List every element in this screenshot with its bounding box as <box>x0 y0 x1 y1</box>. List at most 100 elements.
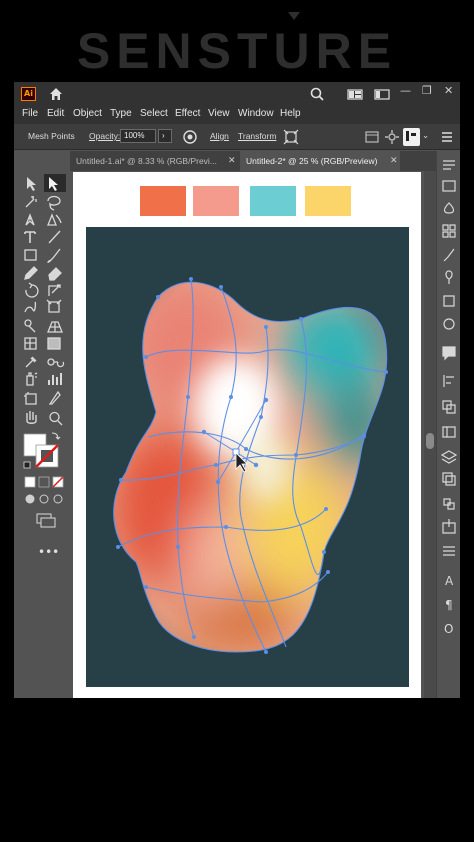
search-icon[interactable] <box>309 86 325 102</box>
arrange-docs-icon[interactable] <box>347 86 363 102</box>
transform-link[interactable]: Transform <box>238 131 276 141</box>
paintbrush-tool-icon <box>47 248 61 264</box>
column-graph-tool-icon <box>48 373 62 385</box>
libraries-icon <box>442 180 456 192</box>
recolor-icon[interactable] <box>182 129 198 145</box>
menu-effect[interactable]: Effect <box>175 108 200 119</box>
tab-untitled-2[interactable]: Untitled-2* @ 25 % (RGB/Preview) <box>240 151 400 171</box>
brand-mark-icon <box>288 12 300 20</box>
doc-setup-icon[interactable] <box>364 129 380 145</box>
graphic-styles-icon <box>443 295 455 307</box>
control-bar: Mesh Points Opacity: 100% › Align Transf… <box>14 124 460 150</box>
stroke-swatch <box>35 444 59 468</box>
gradient-tool-icon <box>47 337 61 350</box>
menu-type[interactable]: Type <box>110 108 132 119</box>
preferences-icon[interactable] <box>384 129 400 145</box>
shape-builder-tool-icon <box>24 319 36 333</box>
menu-file[interactable]: File <box>22 108 38 119</box>
menu-view[interactable]: View <box>208 108 230 119</box>
scroll-thumb[interactable] <box>426 433 434 449</box>
rectangle-tool-icon <box>24 249 37 261</box>
character-icon: A <box>445 574 454 588</box>
symbols-icon <box>445 270 453 284</box>
hand-tool-icon <box>26 411 37 424</box>
zoom-tool-icon <box>49 411 63 426</box>
menu-window[interactable]: Window <box>238 108 274 119</box>
asset-export-icon <box>442 519 456 534</box>
paragraph-icon: ¶ <box>445 598 453 612</box>
edit-toolbar-icon: ••• <box>38 545 59 559</box>
free-transform-tool-icon <box>46 299 62 313</box>
menu-bar: File Edit Object Type Select Effect View… <box>14 106 460 124</box>
title-bar: Ai — ❐ ✕ <box>14 82 460 106</box>
opacity-label[interactable]: Opacity: <box>89 131 120 141</box>
perspective-grid-tool-icon <box>47 321 63 333</box>
lasso-tool-icon <box>47 195 61 211</box>
links-icon <box>443 498 455 510</box>
menu-edit[interactable]: Edit <box>47 108 64 119</box>
document-tabs: Untitled-1.ai* @ 8.33 % (RGB/Previ... ✕ … <box>70 151 436 171</box>
slice-tool-icon <box>48 390 61 405</box>
tab-untitled-2-close-icon[interactable]: ✕ <box>390 151 398 171</box>
blend-tool-icon <box>47 358 65 368</box>
tab-untitled-1-close-icon[interactable]: ✕ <box>228 151 236 171</box>
toolbox: ••• <box>14 171 70 698</box>
background-rectangle[interactable] <box>86 227 409 687</box>
swatch-orange[interactable] <box>140 186 186 216</box>
close-button[interactable]: ✕ <box>444 84 453 97</box>
tab-untitled-1-label: Untitled-1.ai* @ 8.33 % (RGB/Previ... <box>76 156 217 166</box>
menu-select[interactable]: Select <box>140 108 168 119</box>
brand-wordmark: SENSTURE <box>76 23 398 79</box>
layers-icon <box>440 450 458 464</box>
gradient-mesh-art <box>113 277 388 654</box>
warp-tool-icon <box>24 301 37 313</box>
color-mode-icon <box>24 476 36 488</box>
scale-tool-icon <box>48 284 61 296</box>
align-link[interactable]: Align <box>210 131 229 141</box>
brushes-icon <box>443 248 455 262</box>
none-mode-icon <box>52 476 64 488</box>
swatch-salmon[interactable] <box>193 186 239 216</box>
menu-object[interactable]: Object <box>73 108 102 119</box>
opacity-chevron-icon[interactable]: › <box>158 129 172 143</box>
symbol-sprayer-tool-icon <box>26 372 38 386</box>
pen-tool-icon <box>25 213 35 226</box>
tab-untitled-1[interactable]: Untitled-1.ai* @ 8.33 % (RGB/Previ... <box>70 151 238 171</box>
rotate-tool-icon <box>25 282 39 298</box>
isolate-icon[interactable] <box>283 129 299 145</box>
screen-mode-icon <box>36 513 56 528</box>
swatch-teal[interactable] <box>250 186 296 216</box>
magic-wand-tool-icon <box>25 196 37 208</box>
swatch-yellow[interactable] <box>305 186 351 216</box>
opentype-icon: O <box>444 622 453 636</box>
swatches-icon <box>442 224 456 238</box>
artboards-icon <box>442 472 456 486</box>
right-panel-dock: A ¶ O <box>436 151 460 698</box>
canvas-area[interactable] <box>70 171 424 698</box>
minimize-button[interactable]: — <box>400 84 411 97</box>
align-panel-icon <box>443 375 454 387</box>
swap-fill-stroke-icon <box>51 432 61 440</box>
arrange-chevron-icon[interactable]: ⌄ <box>422 130 429 141</box>
color-icon <box>443 202 455 214</box>
panel-menu-icon[interactable] <box>439 129 455 145</box>
eraser-tool-icon <box>48 267 62 281</box>
tab-untitled-2-label: Untitled-2* @ 25 % (RGB/Preview) <box>246 156 378 166</box>
workspace-icon[interactable] <box>374 86 390 102</box>
draw-mode-icon <box>25 494 63 504</box>
type-tool-icon <box>24 231 36 243</box>
artboard[interactable] <box>73 172 421 698</box>
menu-help[interactable]: Help <box>280 108 301 119</box>
comment-icon <box>442 346 456 361</box>
pencil-tool-icon <box>24 266 38 280</box>
opacity-input[interactable]: 100% <box>120 129 156 143</box>
arrange-icon[interactable] <box>403 128 420 146</box>
home-icon[interactable] <box>48 86 64 102</box>
line-tool-icon <box>48 230 61 244</box>
illustrator-window: Ai — ❐ ✕ File Edit Object Type Select Ef… <box>14 82 460 698</box>
brand-header: SENSTURE <box>0 12 474 82</box>
gradient-mode-icon <box>38 476 50 488</box>
maximize-button[interactable]: ❐ <box>422 84 432 97</box>
vertical-scrollbar[interactable] <box>424 171 436 698</box>
properties-icon <box>443 160 455 170</box>
